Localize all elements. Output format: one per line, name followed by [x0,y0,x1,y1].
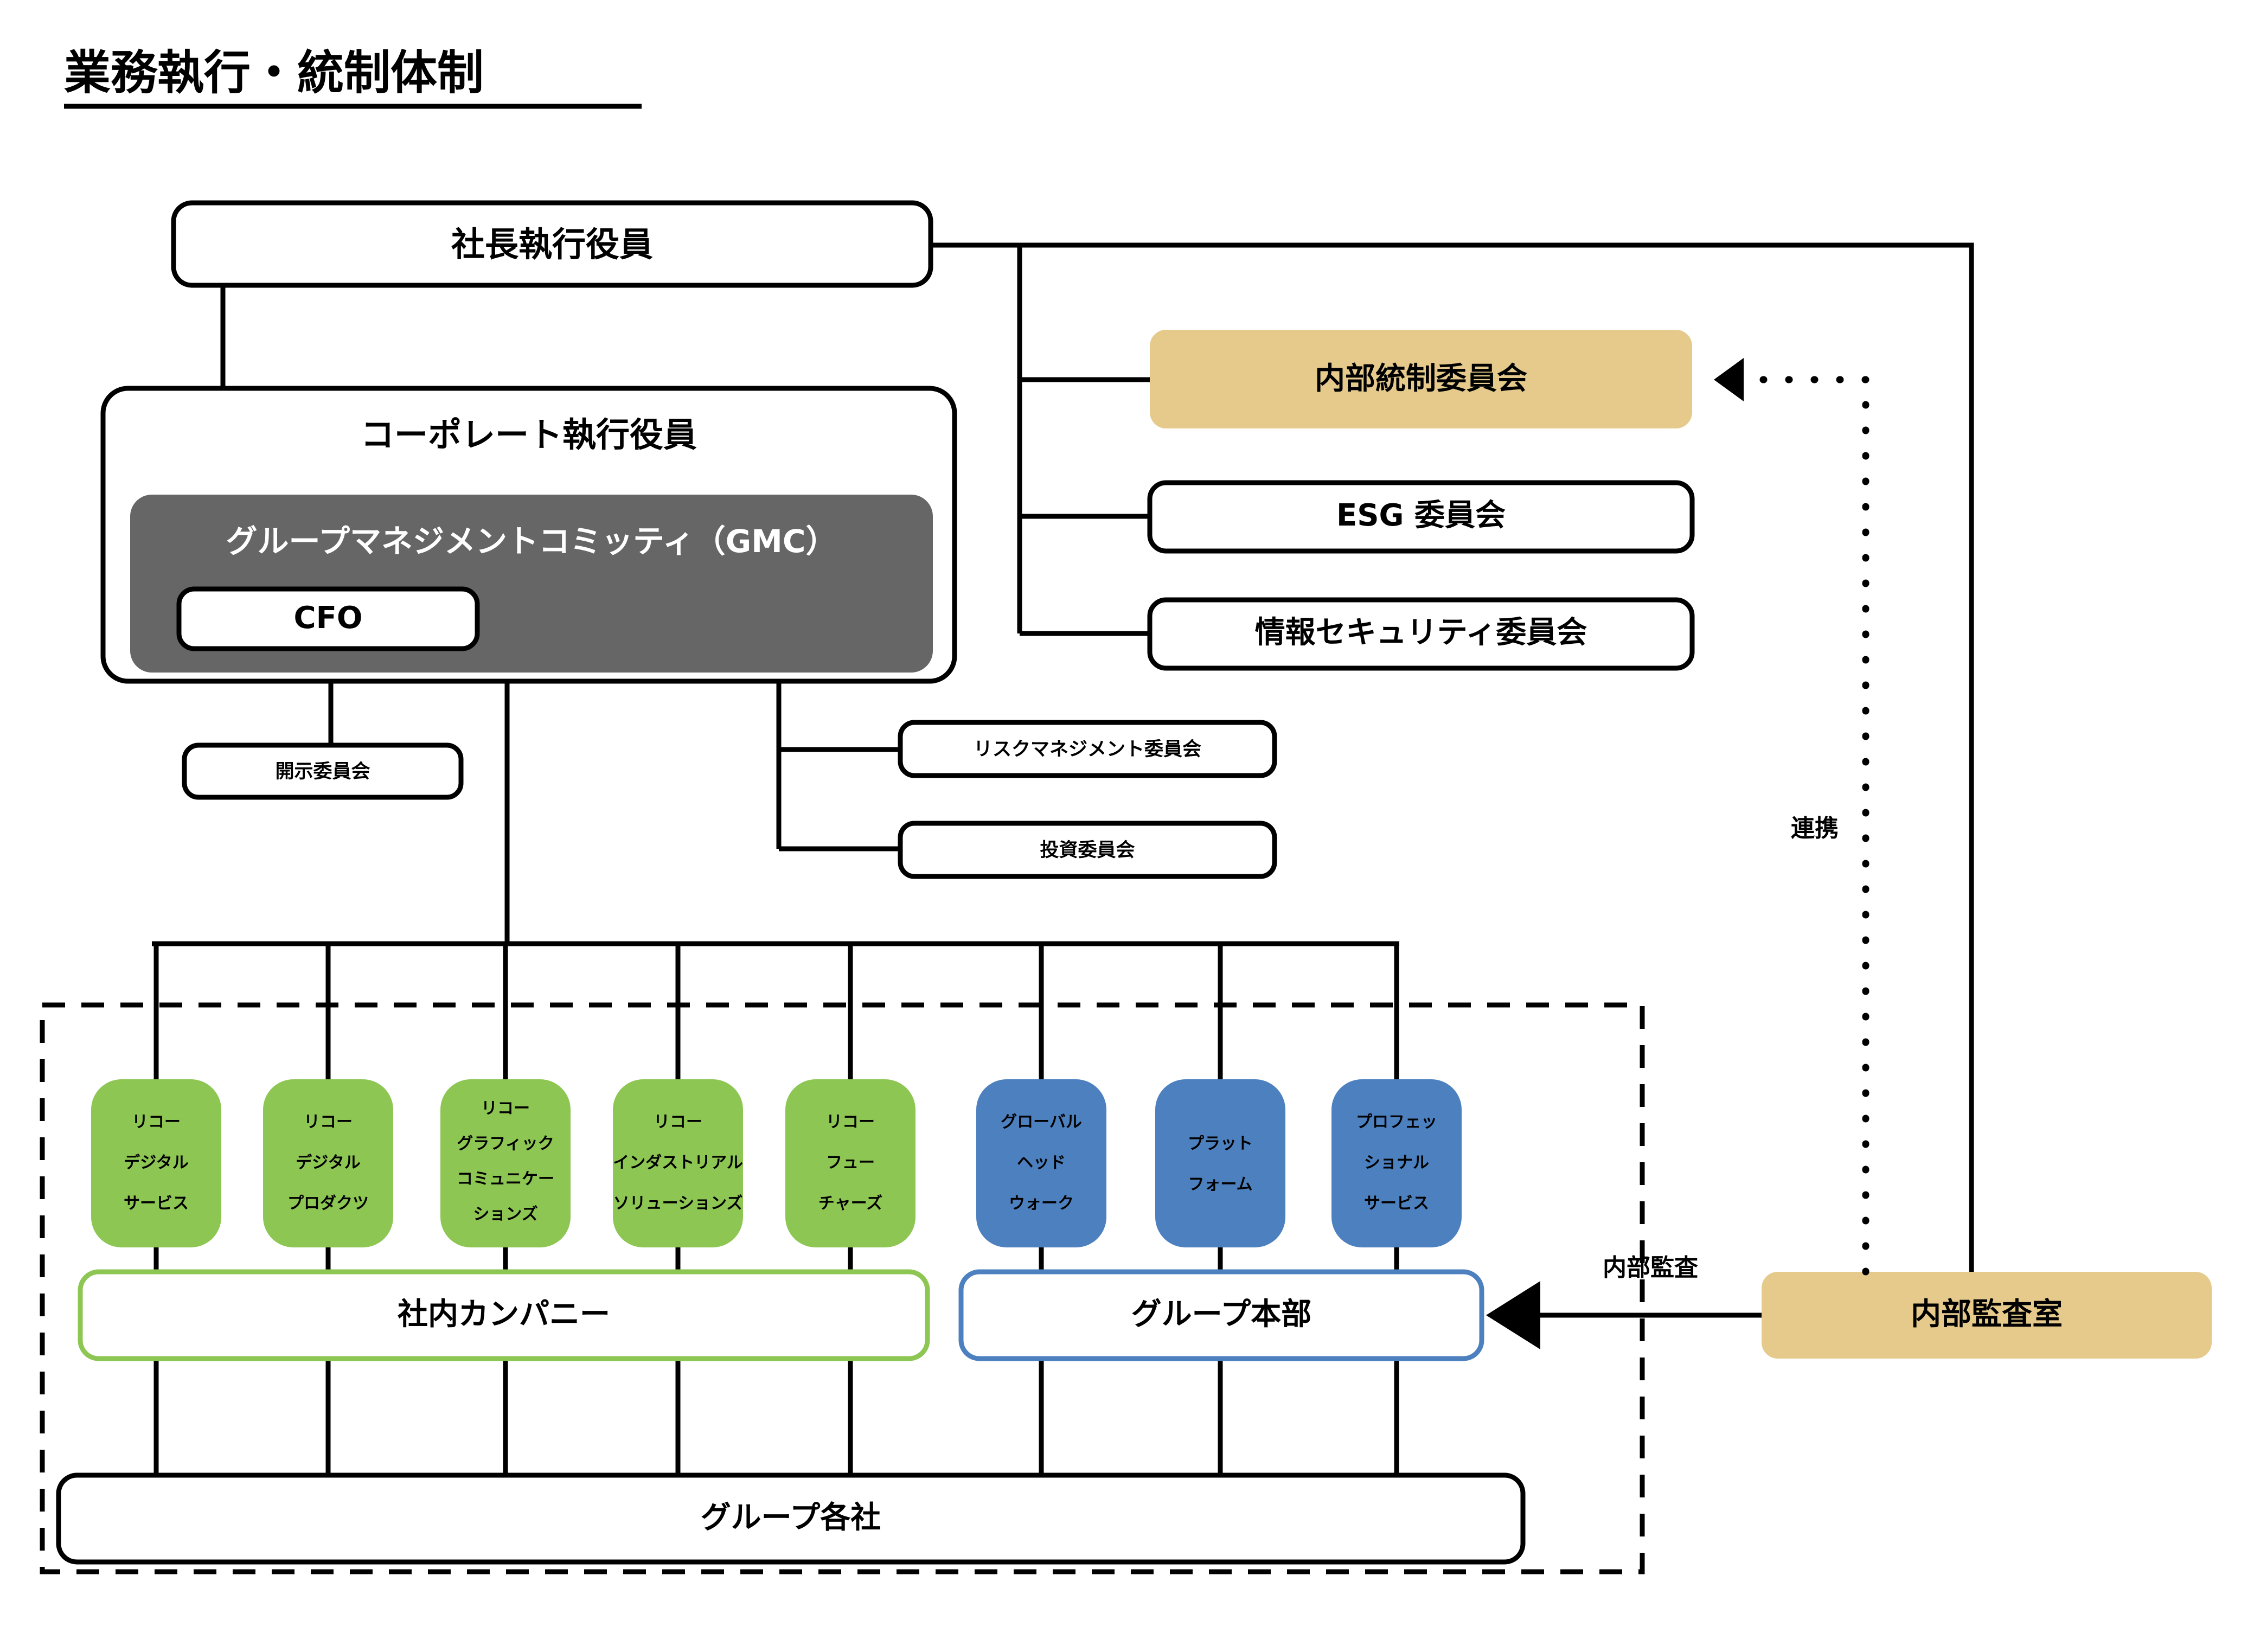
node-esg-committee-label: ESG 委員会 [1336,498,1506,533]
company-unit-0[interactable]: リコー デジタル サービス [91,1079,221,1247]
company-unit-0-line-1: デジタル [124,1154,188,1173]
node-investment-committee-label: 投資委員会 [1040,840,1135,861]
company-unit-2-line-3: ションズ [473,1205,537,1224]
company-unit-6-line-1: フォーム [1188,1175,1252,1194]
node-president-label: 社長執行役員 [451,225,653,264]
company-unit-5-line-1: ヘッド [1017,1154,1066,1173]
company-unit-3-line-1: インダストリアル [613,1154,743,1173]
node-risk-management-committee[interactable]: リスクマネジメント委員会 [898,720,1277,778]
company-unit-1-line-1: デジタル [296,1154,360,1173]
node-corporate-officers-label: コーポレート執行役員 [361,415,697,454]
node-internal-audit-office[interactable]: 内部監査室 [1762,1272,2212,1359]
node-president[interactable]: 社長執行役員 [171,200,933,288]
company-unit-0-line-2: サービス [124,1194,189,1213]
node-internal-company-band[interactable]: 社内カンパニー [78,1269,930,1361]
node-investment-committee[interactable]: 投資委員会 [898,821,1277,879]
coordination-arrowhead [1714,358,1744,401]
node-internal-control-committee-label: 内部統制委員会 [1315,361,1527,396]
internal-audit-edge-label: 内部監査 [1603,1254,1698,1282]
company-unit-3[interactable]: リコー インダストリアル ソリューションズ [613,1079,743,1247]
company-unit-4-line-2: チャーズ [818,1194,882,1213]
node-gmc-label: グループマネジメントコミッティ（GMC） [226,523,837,560]
company-unit-6-line-0: プラット [1188,1135,1253,1154]
node-group-companies[interactable]: グループ各社 [56,1472,1526,1565]
company-unit-4-line-0: リコー [826,1113,875,1132]
node-internal-control-committee[interactable]: 内部統制委員会 [1150,330,1692,428]
org-chart-root: 業務執行・統制体制 社長執行役員 コーポレート執行役員 グループマネジメントコミ… [0,0,2260,1652]
company-unit-2[interactable]: リコー グラフィック コミュニケー ションズ [440,1079,571,1247]
internal-audit-arrow: 内部監査 [1486,1254,1762,1349]
node-infosec-committee[interactable]: 情報セキュリティ委員会 [1147,597,1695,671]
node-internal-audit-office-label: 内部監査室 [1911,1297,2063,1332]
node-infosec-committee-label: 情報セキュリティ委員会 [1255,615,1587,650]
company-unit-2-line-2: コミュニケー [457,1170,554,1189]
company-unit-3-line-0: リコー [654,1113,702,1132]
company-unit-7[interactable]: プロフェッ ショナル サービス [1331,1079,1462,1247]
node-disclosure-committee[interactable]: 開示委員会 [182,742,464,800]
company-unit-5-line-2: ウォーク [1009,1194,1074,1213]
node-esg-committee[interactable]: ESG 委員会 [1147,480,1695,554]
node-cfo-label: CFO [294,600,363,636]
company-unit-4-line-1: フュー [826,1154,875,1173]
company-unit-5[interactable]: グローバル ヘッド ウォーク [976,1079,1106,1247]
node-group-hq-band-label: グループ本部 [1131,1297,1312,1332]
company-unit-7-line-2: サービス [1364,1194,1429,1213]
company-unit-2-line-0: リコー [481,1099,530,1118]
company-unit-1[interactable]: リコー デジタル プロダクツ [263,1079,393,1247]
company-unit-4[interactable]: リコー フュー チャーズ [785,1079,915,1247]
org-chart-canvas: 業務執行・統制体制 社長執行役員 コーポレート執行役員 グループマネジメントコミ… [40,46,2212,1574]
node-cfo[interactable]: CFO [176,586,480,651]
node-internal-company-band-label: 社内カンパニー [398,1297,610,1332]
node-group-companies-label: グループ各社 [701,1500,881,1535]
company-unit-7-line-0: プロフェッ [1356,1113,1437,1132]
company-unit-1-line-2: プロダクツ [287,1194,369,1213]
node-risk-management-committee-label: リスクマネジメント委員会 [974,739,1201,760]
internal-audit-arrowhead [1486,1281,1540,1349]
coordination-link: 連携 [1714,358,1870,1276]
company-unit-3-line-2: ソリューションズ [613,1194,743,1213]
company-units: リコー デジタル サービス リコー デジタル プロダクツ リコー グラフィック … [91,1079,1462,1247]
company-unit-0-line-0: リコー [132,1113,181,1132]
node-disclosure-committee-label: 開示委員会 [275,761,370,783]
node-group-hq-band[interactable]: グループ本部 [958,1269,1484,1361]
page-title: 業務執行・統制体制 [64,46,484,100]
company-unit-2-line-1: グラフィック [457,1135,554,1154]
company-unit-5-line-0: グローバル [1001,1113,1082,1132]
company-unit-6[interactable]: プラット フォーム [1155,1079,1285,1247]
company-unit-1-line-0: リコー [304,1113,353,1132]
company-unit-7-line-1: ショナル [1364,1154,1429,1173]
coordination-edge-label: 連携 [1791,815,1839,842]
page-title-group: 業務執行・統制体制 [64,46,642,109]
